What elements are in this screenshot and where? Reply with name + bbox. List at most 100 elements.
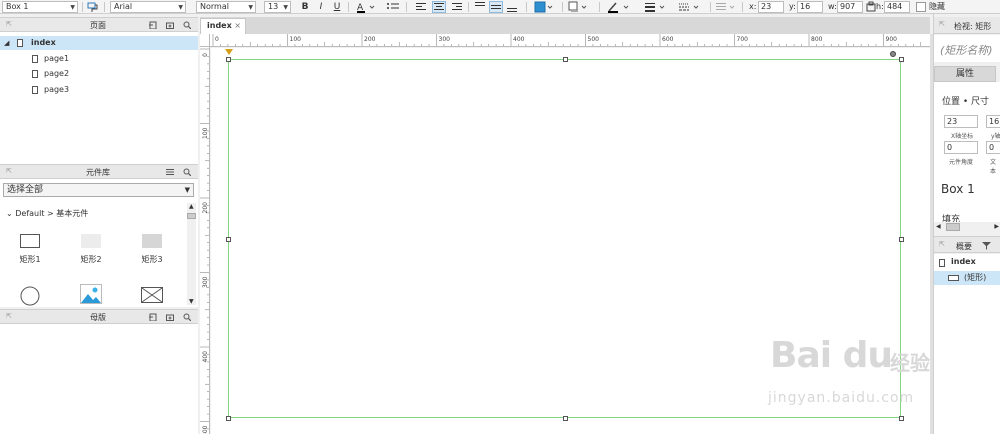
resize-handle[interactable] (899, 57, 904, 62)
w-field[interactable]: 907 (837, 1, 863, 13)
ruler-label: 500 (202, 425, 209, 434)
fill-color-button[interactable] (534, 1, 558, 13)
font-size-value: 13 (268, 2, 279, 11)
scrollbar-thumb[interactable] (946, 223, 960, 231)
search-icon[interactable] (183, 313, 191, 321)
search-icon[interactable] (183, 21, 191, 29)
inspector-x-field[interactable]: 23 (944, 115, 978, 128)
outline-root[interactable]: index (934, 256, 1000, 270)
page-item-page3[interactable]: page3 (0, 83, 198, 97)
valign-middle-button[interactable] (489, 1, 503, 13)
library-select[interactable]: 选择全部 ▼ (3, 183, 194, 197)
inspector-hscrollbar[interactable]: ◀ ▶ (934, 222, 1000, 232)
underline-button[interactable]: U (331, 1, 343, 13)
masters-panel-title: 母版 (90, 313, 106, 322)
y-caption: y轴 (991, 133, 1000, 140)
ruler-label: 900 (886, 36, 898, 43)
page-item-index[interactable]: ◢ index (0, 36, 198, 50)
list-button[interactable] (386, 1, 400, 13)
outline-child[interactable]: (矩形) (934, 271, 1000, 285)
scroll-right-icon: ▶ (994, 223, 999, 230)
add-master-icon[interactable] (149, 313, 157, 321)
rotate-handle-icon[interactable] (890, 51, 896, 57)
position-size-heading: 位置 • 尺寸 (942, 97, 990, 107)
pin-icon: ⇱ (6, 167, 12, 175)
page-icon (17, 39, 23, 47)
align-left-button[interactable] (414, 1, 428, 13)
font-color-button[interactable]: A (356, 1, 380, 13)
x-field[interactable]: 23 (758, 1, 784, 13)
h-field[interactable]: 484 (884, 1, 910, 13)
valign-bottom-button[interactable] (505, 1, 519, 13)
library-group-header[interactable]: ⌄ Default > 基本元件 (6, 208, 88, 219)
inspector-y-field[interactable]: 16 (986, 115, 1000, 128)
add-folder-icon[interactable] (166, 313, 174, 321)
font-style-combo[interactable]: Normal ▼ (196, 1, 256, 13)
align-right-button[interactable] (450, 1, 464, 13)
toolbar-divider (104, 2, 105, 12)
resize-handle[interactable] (562, 57, 568, 62)
font-family-combo[interactable]: Arial ▼ (110, 1, 186, 13)
triangle-down-icon: ◢ (4, 39, 10, 47)
line-style-icon (679, 3, 699, 11)
hide-checkbox[interactable] (916, 2, 926, 12)
resize-handle[interactable] (899, 236, 904, 242)
format-painter-button[interactable] (86, 1, 100, 13)
shadow-button[interactable] (568, 1, 592, 13)
shape-name-placeholder: (矩形名称) (940, 44, 993, 57)
library-item-image[interactable] (71, 284, 111, 310)
anchor-triangle-icon (225, 49, 233, 55)
ruler-label: 400 (513, 36, 525, 43)
add-page-icon[interactable] (149, 21, 157, 29)
ruler-label: 300 (202, 276, 209, 288)
pin-icon: ⇱ (939, 20, 945, 28)
scroll-down-icon: ▼ (189, 298, 194, 305)
rectangle-light-icon (81, 234, 101, 248)
align-center-button[interactable] (432, 1, 446, 13)
menu-icon[interactable] (166, 168, 174, 176)
tab-properties[interactable]: 属性 (934, 66, 996, 82)
resize-handle[interactable] (562, 416, 568, 421)
library-item-rect2[interactable]: 矩形2 (71, 234, 111, 265)
line-width-button[interactable] (643, 1, 671, 13)
lock-ratio-button[interactable] (866, 1, 876, 13)
resize-handle[interactable] (899, 416, 904, 421)
line-style-button[interactable] (677, 1, 705, 13)
fill-color-icon (534, 1, 553, 13)
tab-index[interactable]: index × (200, 18, 246, 34)
scrollbar-thumb[interactable] (187, 213, 196, 219)
ruler-label: 700 (737, 36, 749, 43)
element-name-combo[interactable]: Box 1 ▼ (2, 1, 78, 13)
resize-handle[interactable] (226, 416, 231, 421)
close-icon[interactable]: × (234, 19, 241, 33)
shape-name-area[interactable]: (矩形名称) (934, 35, 1000, 62)
library-item-rect1[interactable]: 矩形1 (10, 234, 50, 265)
image-icon (80, 284, 102, 304)
lock-ratio-icon (866, 1, 876, 12)
library-item-rect3[interactable]: 矩形3 (132, 234, 172, 265)
library-scrollbar[interactable]: ▲ ▼ (187, 203, 196, 305)
add-folder-icon[interactable] (166, 21, 174, 29)
search-icon[interactable] (183, 168, 191, 176)
y-field[interactable]: 16 (797, 1, 823, 13)
page-icon (939, 259, 945, 267)
filter-icon[interactable] (982, 242, 991, 250)
rotation-field[interactable]: 0 (944, 141, 978, 154)
x-label: x: (749, 2, 757, 11)
element-name-value: Box 1 (6, 2, 29, 11)
resize-handle[interactable] (226, 57, 231, 62)
valign-top-button[interactable] (473, 1, 487, 13)
bold-button[interactable]: B (299, 1, 311, 13)
arrow-style-button[interactable] (714, 1, 740, 13)
library-item-placeholder[interactable] (132, 287, 172, 309)
page-item-page1[interactable]: page1 (0, 52, 198, 66)
text-rotation-field[interactable]: 0 (986, 141, 1000, 154)
ruler-label: 300 (439, 36, 451, 43)
format-painter-icon (87, 2, 98, 12)
tab-label: index (207, 21, 232, 30)
font-size-combo[interactable]: 13 ▼ (264, 1, 291, 13)
italic-button[interactable]: I (315, 1, 327, 13)
line-color-button[interactable] (607, 1, 635, 13)
resize-handle[interactable] (226, 236, 231, 242)
page-item-page2[interactable]: page2 (0, 67, 198, 81)
